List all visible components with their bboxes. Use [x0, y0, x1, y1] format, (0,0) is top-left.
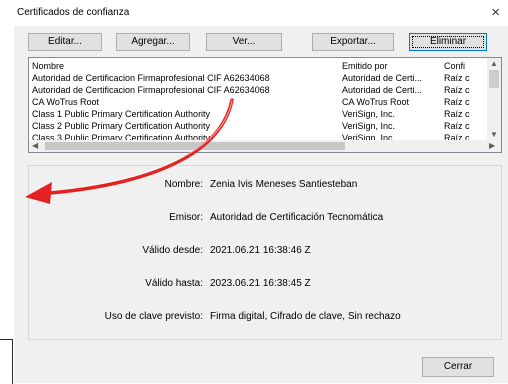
valid-from-label: Válido desde: — [142, 245, 203, 256]
scroll-right-icon[interactable]: ▶ — [489, 141, 495, 150]
valid-to-value: 2023.06.21 16:38:45 Z — [210, 278, 311, 289]
key-usage-value: Firma digital, Cifrado de clave, Sin rec… — [210, 311, 401, 322]
table-row[interactable]: Class 1 Public Primary Certification Aut… — [29, 108, 489, 120]
cell-issued-by: Autoridad de Certi... — [342, 73, 423, 83]
certificate-details-panel: Nombre: Zenia Ivis Meneses Santiesteban … — [28, 165, 502, 340]
cell-trust: Raíz c — [444, 85, 470, 95]
column-header-trust[interactable]: Confi — [444, 60, 488, 72]
table-row[interactable]: Class 3 Public Primary Certification Aut… — [29, 132, 489, 140]
cell-issued-by: VeriSign, Inc. — [342, 133, 396, 140]
window-title: Certificados de confianza — [17, 7, 130, 18]
issuer-label: Emisor: — [169, 212, 203, 223]
cell-trust: Raíz c — [444, 133, 470, 140]
cell-trust: Raíz c — [444, 97, 470, 107]
add-button[interactable]: Agregar... — [116, 33, 190, 51]
column-header-name[interactable]: Nombre — [32, 60, 332, 72]
vertical-scrollbar[interactable]: ▲ ▼ — [487, 58, 501, 142]
background-window-edge — [0, 0, 15, 383]
cell-name: Class 3 Public Primary Certification Aut… — [32, 133, 211, 140]
valid-from-value: 2021.06.21 16:38:46 Z — [210, 245, 311, 256]
certificate-list[interactable]: Nombre Emitido por Confi Autoridad de Ce… — [28, 57, 502, 153]
background-window-corner — [0, 339, 13, 384]
list-header: Nombre Emitido por Confi — [29, 60, 489, 72]
scroll-up-icon[interactable]: ▲ — [490, 59, 498, 68]
cell-issued-by: CA WoTrus Root — [342, 97, 410, 107]
cell-issued-by: VeriSign, Inc. — [342, 121, 396, 131]
delete-button[interactable]: Eliminar — [409, 33, 487, 51]
cell-name: Class 2 Public Primary Certification Aut… — [32, 121, 211, 131]
table-row[interactable]: Autoridad de Certificacion Firmaprofesio… — [29, 72, 489, 84]
name-value: Zenia Ivis Meneses Santiesteban — [210, 179, 358, 190]
vertical-scroll-thumb[interactable] — [489, 70, 499, 88]
scroll-left-icon[interactable]: ◀ — [32, 141, 38, 150]
table-row[interactable]: Autoridad de Certificacion Firmaprofesio… — [29, 84, 489, 96]
cell-name: Class 1 Public Primary Certification Aut… — [32, 109, 211, 119]
valid-to-label: Válido hasta: — [145, 278, 203, 289]
cell-issued-by: VeriSign, Inc. — [342, 109, 396, 119]
key-usage-label: Uso de clave previsto: — [104, 311, 203, 322]
horizontal-scrollbar[interactable]: ◀ ▶ — [29, 140, 501, 152]
cell-name: CA WoTrus Root — [32, 97, 100, 107]
column-header-issued-by[interactable]: Emitido por — [342, 60, 440, 72]
cell-trust: Raíz c — [444, 121, 470, 131]
trusted-certificates-dialog: Certificados de confianza × Editar... Ag… — [14, 0, 508, 383]
title-bar: Certificados de confianza × — [14, 0, 508, 26]
issuer-value: Autoridad de Certificación Tecnomática — [210, 212, 384, 223]
cell-trust: Raíz c — [444, 73, 470, 83]
edit-button[interactable]: Editar... — [28, 33, 102, 51]
close-button[interactable]: Cerrar — [422, 357, 494, 377]
cell-trust: Raíz c — [444, 109, 470, 119]
cell-issued-by: Autoridad de Certi... — [342, 85, 423, 95]
table-row[interactable]: CA WoTrus Root CA WoTrus Root Raíz c — [29, 96, 489, 108]
cell-name: Autoridad de Certificacion Firmaprofesio… — [32, 85, 270, 95]
scroll-down-icon[interactable]: ▼ — [490, 130, 498, 139]
horizontal-scroll-thumb[interactable] — [45, 142, 345, 150]
export-button[interactable]: Exportar... — [312, 33, 394, 51]
table-row[interactable]: Class 2 Public Primary Certification Aut… — [29, 120, 489, 132]
cell-name: Autoridad de Certificacion Firmaprofesio… — [32, 73, 270, 83]
close-icon[interactable]: × — [491, 4, 500, 21]
view-button[interactable]: Ver... — [206, 33, 282, 51]
name-label: Nombre: — [164, 179, 203, 190]
